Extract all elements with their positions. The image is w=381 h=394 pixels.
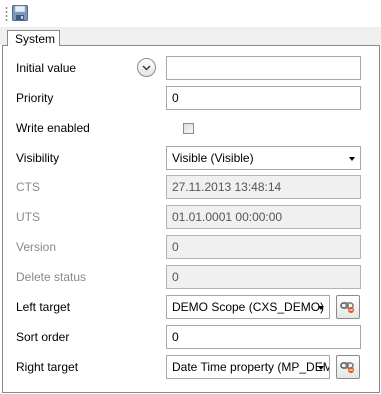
dropdown-arrow-icon [318,306,324,310]
left-target-label: Left target [16,300,71,314]
delete-status-field: 0 [166,265,361,289]
version-label: Version [16,240,57,254]
row-uts: UTS 01.01.0001 00:00:00 [0,204,381,230]
row-delete-status: Delete status 0 [0,264,381,290]
visibility-value: Visible (Visible) [172,151,254,165]
row-write-enabled: Write enabled [0,115,381,141]
dropdown-arrow-icon [349,157,355,161]
expand-button[interactable] [137,58,156,77]
delete-status-label: Delete status [16,270,87,284]
save-icon [12,5,28,21]
row-version: Version 0 [0,234,381,260]
row-priority: Priority 0 [0,85,381,111]
sort-order-label: Sort order [16,330,70,344]
visibility-select[interactable]: Visible (Visible) [166,146,361,170]
link-icon [340,362,354,373]
write-enabled-label: Write enabled [16,121,90,135]
right-target-select[interactable]: Date Time property (MP_DEMO [166,355,330,379]
uts-field: 01.01.0001 00:00:00 [166,205,361,229]
chevron-down-icon [142,65,151,70]
row-sort-order: Sort order 0 [0,324,381,350]
row-right-target: Right target Date Time property (MP_DEMO [0,354,381,380]
link-icon [340,302,354,313]
right-target-label: Right target [16,360,79,374]
sort-order-input[interactable]: 0 [166,325,361,349]
left-target-select[interactable]: DEMO Scope (CXS_DEMO) [166,295,330,319]
initial-value-input[interactable] [166,56,361,80]
cts-field: 27.11.2013 13:48:14 [166,175,361,199]
dropdown-arrow-icon [318,366,324,370]
tab-system[interactable]: System [7,30,60,46]
priority-label: Priority [16,91,54,105]
write-enabled-checkbox[interactable] [183,123,194,134]
toolbar [0,0,381,28]
left-target-value: DEMO Scope (CXS_DEMO) [172,300,325,314]
right-target-value: Date Time property (MP_DEMO [172,360,330,374]
initial-value-label: Initial value [16,61,77,75]
visibility-label: Visibility [16,151,60,165]
row-cts: CTS 27.11.2013 13:48:14 [0,174,381,200]
row-initial-value: Initial value [0,55,381,81]
left-target-link-button[interactable] [336,295,360,319]
priority-input[interactable]: 0 [166,86,361,110]
version-field: 0 [166,235,361,259]
cts-label: CTS [16,180,40,194]
row-visibility: Visibility Visible (Visible) [0,145,381,171]
save-button[interactable] [10,3,30,23]
uts-label: UTS [16,210,40,224]
tab-strip: System [0,27,381,46]
row-left-target: Left target DEMO Scope (CXS_DEMO) [0,294,381,320]
right-target-link-button[interactable] [336,355,360,379]
toolbar-grip[interactable] [5,6,8,22]
